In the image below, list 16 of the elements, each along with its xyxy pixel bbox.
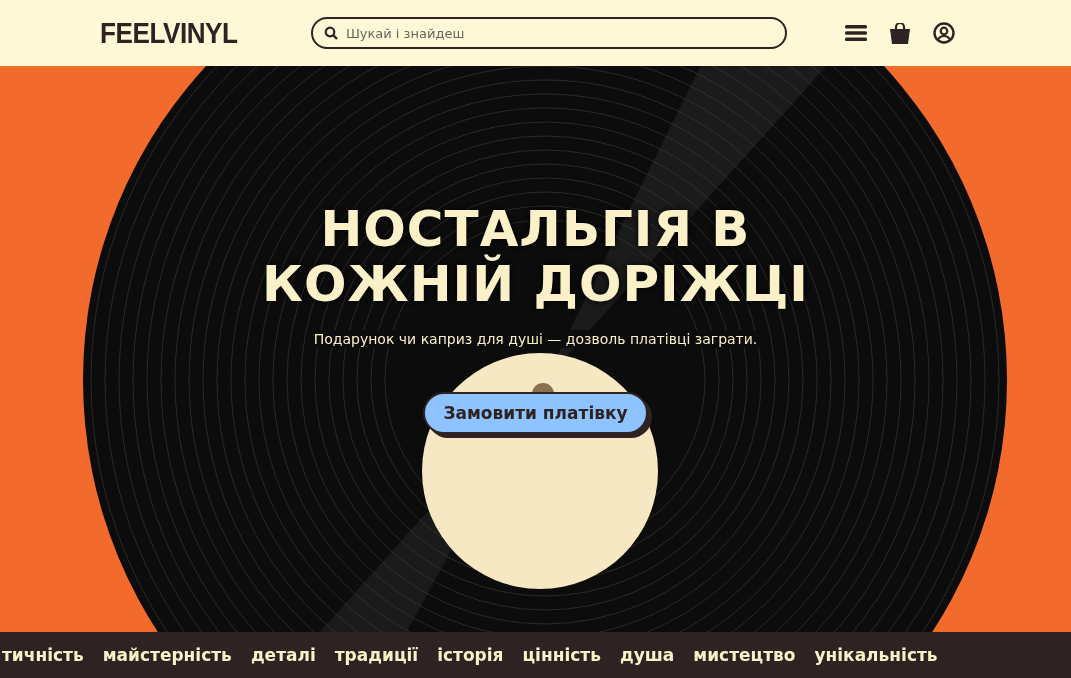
ticker-word: традиції [334, 645, 419, 665]
ticker-word: тичність [2, 645, 84, 665]
account-icon[interactable] [932, 22, 955, 44]
ticker-word: душа [619, 645, 675, 665]
ticker-word: майстерність [102, 645, 232, 665]
ticker-word: унікальність [814, 645, 938, 665]
ticker-word: цінність [522, 645, 601, 665]
shopping-bag-icon[interactable] [888, 22, 911, 44]
ticker-word: історія [437, 645, 504, 665]
ticker-word: деталі [250, 645, 316, 665]
menu-icon[interactable] [844, 24, 867, 42]
ticker-word: мистецтво [693, 645, 796, 665]
logo[interactable]: FEELVINYL [100, 16, 238, 50]
search-field[interactable]: Шукай і знайдеш [310, 17, 787, 49]
hero-title: НОСТАЛЬГІЯ В КОЖНІЙ ДОРІЖЦІ [262, 202, 809, 312]
search-icon [323, 26, 338, 40]
